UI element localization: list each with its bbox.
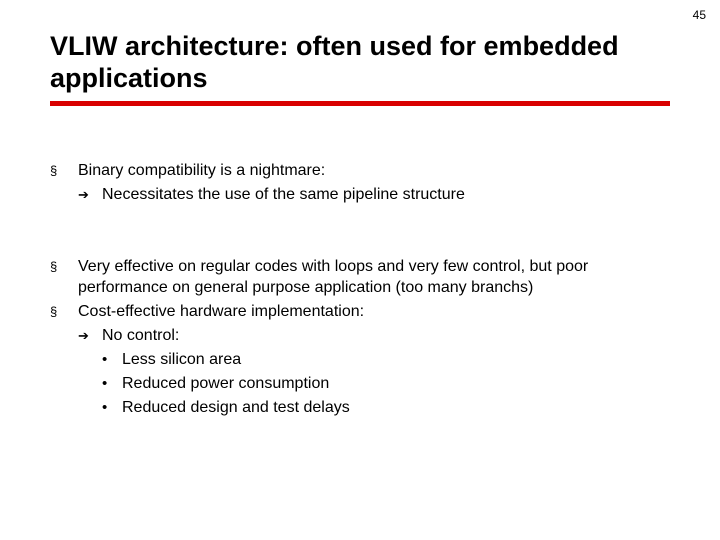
dot-bullet-icon: • (102, 349, 122, 371)
sub-sub-bullet-item: • Less silicon area (102, 349, 670, 371)
sub-bullet-item: ➔ No control: (78, 325, 670, 347)
section-bullet-icon: § (50, 160, 78, 182)
bullet-text: Less silicon area (122, 349, 670, 371)
bullet-text: Reduced power consumption (122, 373, 670, 395)
bullet-item: § Cost-effective hardware implementation… (50, 301, 670, 323)
sub-sub-bullet-item: • Reduced design and test delays (102, 397, 670, 419)
sub-bullet-item: ➔ Necessitates the use of the same pipel… (78, 184, 670, 206)
section-bullet-icon: § (50, 301, 78, 323)
bullet-item: § Binary compatibility is a nightmare: (50, 160, 670, 182)
bullet-text: No control: (102, 325, 670, 347)
arrow-right-icon: ➔ (78, 184, 102, 206)
slide-body: § Binary compatibility is a nightmare: ➔… (50, 120, 670, 419)
arrow-right-icon: ➔ (78, 325, 102, 347)
slide: VLIW architecture: often used for embedd… (0, 0, 720, 419)
dot-bullet-icon: • (102, 397, 122, 419)
bullet-text: Necessitates the use of the same pipelin… (102, 184, 670, 206)
bullet-item: § Very effective on regular codes with l… (50, 256, 670, 299)
sub-sub-bullet-item: • Reduced power consumption (102, 373, 670, 395)
bullet-block-1: § Binary compatibility is a nightmare: ➔… (50, 160, 670, 206)
bullet-block-2: § Very effective on regular codes with l… (50, 256, 670, 419)
dot-bullet-icon: • (102, 373, 122, 395)
title-underline (50, 101, 670, 106)
bullet-text: Binary compatibility is a nightmare: (78, 160, 670, 182)
page-number: 45 (693, 8, 706, 22)
bullet-text: Cost-effective hardware implementation: (78, 301, 670, 323)
section-bullet-icon: § (50, 256, 78, 299)
slide-title: VLIW architecture: often used for embedd… (50, 30, 670, 95)
bullet-text: Very effective on regular codes with loo… (78, 256, 670, 299)
bullet-text: Reduced design and test delays (122, 397, 670, 419)
